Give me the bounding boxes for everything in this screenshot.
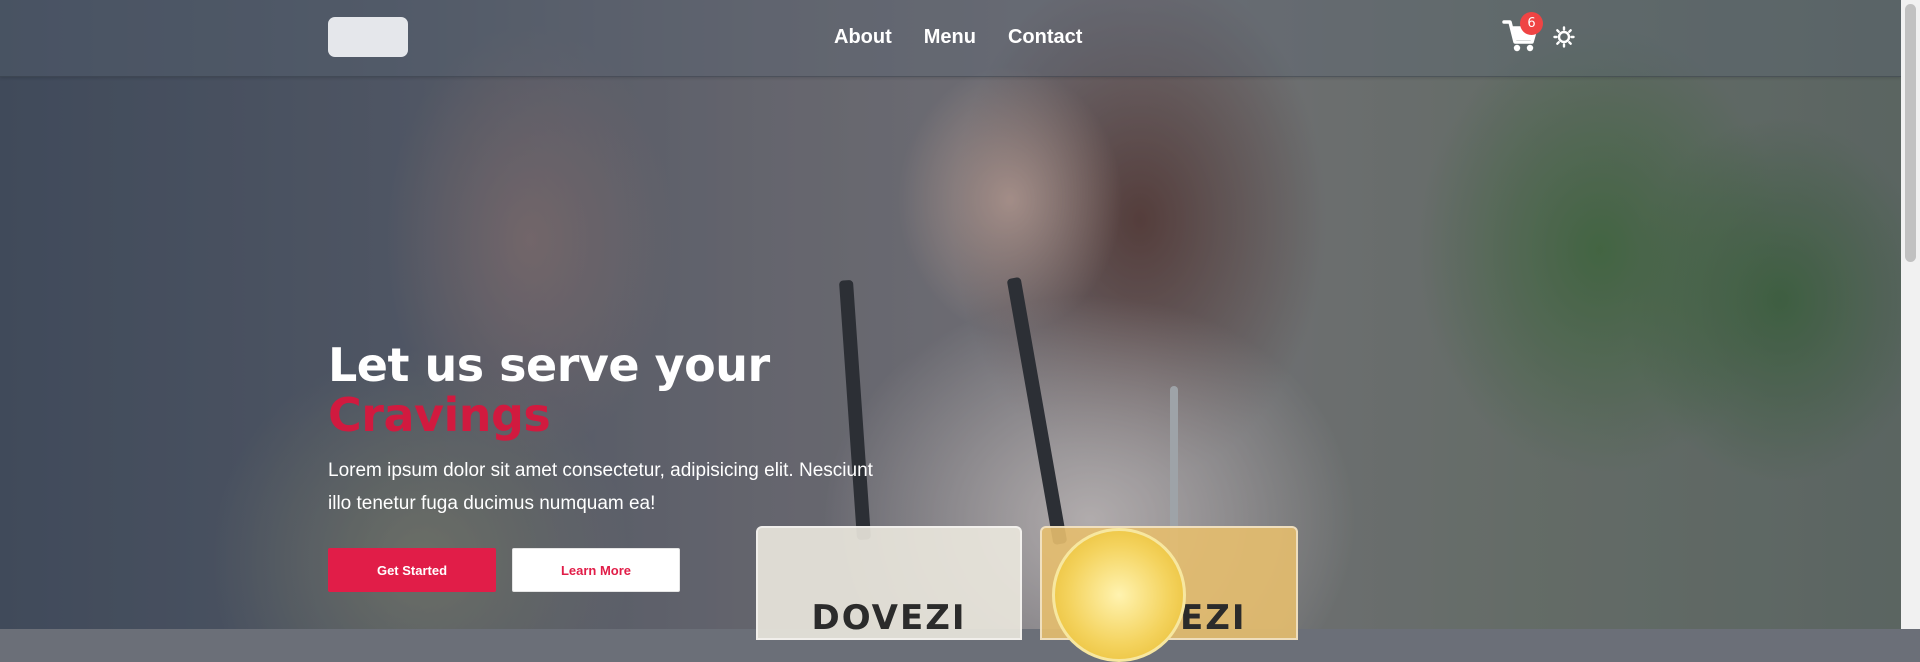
theme-toggle-button[interactable] (1553, 26, 1575, 48)
hero-title-accent: Cravings (328, 388, 551, 442)
learn-more-button[interactable]: Learn More (512, 548, 680, 592)
get-started-button[interactable]: Get Started (328, 548, 496, 592)
glass-brand-left: DOVEZI (811, 598, 967, 638)
hero-title: Let us serve your Cravings (328, 340, 770, 440)
page-scrollbar[interactable] (1901, 0, 1920, 629)
site-header: About Menu Contact 6 (0, 0, 1901, 77)
cart-button[interactable]: 6 (1502, 12, 1543, 54)
nav-link-about[interactable]: About (834, 26, 892, 49)
sun-icon (1553, 26, 1575, 48)
nav-link-contact[interactable]: Contact (1008, 26, 1082, 49)
nav-link-menu[interactable]: Menu (924, 26, 976, 49)
lemon-slice (1052, 528, 1186, 662)
glass-left: DOVEZI (756, 526, 1022, 640)
cart-count-badge: 6 (1520, 12, 1543, 35)
main-nav: About Menu Contact (834, 26, 1082, 49)
scrollbar-thumb[interactable] (1905, 4, 1916, 262)
hero-description: Lorem ipsum dolor sit amet consectetur, … (328, 460, 873, 514)
hero-title-line1: Let us serve your (328, 338, 770, 392)
logo[interactable] (328, 17, 408, 57)
